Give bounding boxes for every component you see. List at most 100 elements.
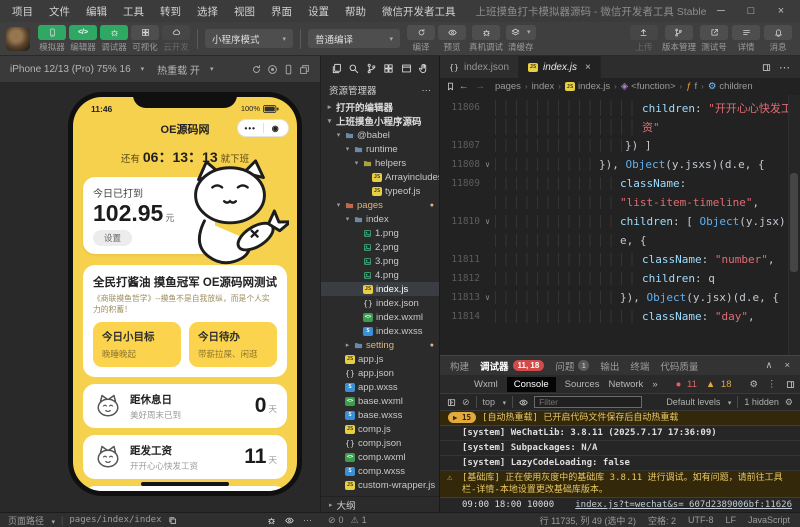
console-message[interactable]: [system] LazyCodeLoading: false (440, 456, 800, 471)
toolbar-button-上传[interactable]: 上传 (629, 24, 658, 53)
devtools-tab-Sources[interactable]: Sources (565, 379, 600, 390)
editor-tab-index.js[interactable]: JS index.js × (519, 56, 601, 78)
tree-item-3.png[interactable]: 3.png (321, 254, 439, 268)
code-line[interactable]: 资" (440, 117, 800, 136)
kebab-menu-icon[interactable]: ⋮ (767, 379, 777, 390)
tree-item-index.wxml[interactable]: <> index.wxml (321, 310, 439, 324)
tree-item-runtime[interactable]: ▾ runtime (321, 142, 439, 156)
tree-item-comp.json[interactable]: {} comp.json (321, 436, 439, 450)
tree-item-app.json[interactable]: {} app.json (321, 366, 439, 380)
context-select[interactable]: top ▾ (483, 397, 507, 407)
code-line[interactable]: 11808 ∨}), Object(y.jsxs)(d.e, { (440, 155, 800, 174)
tree-item-setting[interactable]: ▸ setting ● (321, 338, 439, 352)
tree-item-2.png[interactable]: 2.png (321, 240, 439, 254)
inspect-element-icon[interactable] (447, 380, 456, 389)
tree-item-4.png[interactable]: 4.png (321, 268, 439, 282)
devtools-tab-Console[interactable]: Console (506, 376, 556, 392)
code-line[interactable]: 11814 className: "day", (440, 307, 800, 326)
menu-item-3[interactable]: 编辑 (78, 4, 115, 19)
debugger-tab-终端[interactable]: 终端 (630, 359, 649, 373)
cursor-position[interactable]: 行 11735, 列 49 (选中 2) (540, 514, 636, 527)
more-icon[interactable]: ⋯ (303, 515, 312, 526)
code-line[interactable]: 11811 className: "number", (440, 250, 800, 269)
window-icon[interactable] (401, 63, 412, 74)
device-frame-icon[interactable] (283, 64, 294, 75)
countdown-list-item[interactable]: 距发工资 开开心心快发工资 11 天 (83, 435, 287, 480)
tree-arrow[interactable]: ▾ (344, 215, 351, 223)
toolbar-button-清缓存[interactable]: ▾ 清缓存 (506, 24, 536, 53)
bookmark-icon[interactable] (446, 82, 455, 91)
code-line[interactable]: "list-item-timeline", (440, 193, 800, 212)
debugger-tab-构建[interactable]: 构建 (450, 359, 469, 373)
toolbar-button-详情[interactable]: 详情 (732, 24, 760, 53)
console-message[interactable]: ▶ 15 [自动热重载] 已开启代码文件保存后自动热重载 (440, 411, 800, 426)
debugger-tab-输出[interactable]: 输出 (600, 359, 619, 373)
menu-item-6[interactable]: 选择 (189, 4, 226, 19)
indent-setting[interactable]: 空格: 2 (648, 514, 676, 527)
menu-item-5[interactable]: 转到 (152, 4, 189, 19)
goal-card[interactable]: 今日待办 带薪拉屎、闲逛 (189, 322, 277, 368)
menu-item-7[interactable]: 视图 (226, 4, 263, 19)
filter-input[interactable] (534, 396, 643, 408)
tree-item-index[interactable]: ▾ index (321, 212, 439, 226)
extensions-icon[interactable] (383, 63, 394, 74)
menu-item-1[interactable]: 项目 (4, 4, 41, 19)
tree-item-上班摸鱼小程序源码[interactable]: ▾ 上班摸鱼小程序源码 (321, 114, 439, 128)
files-icon[interactable] (331, 63, 342, 74)
settings-button[interactable]: 设置 (93, 230, 133, 247)
source-link[interactable]: index.js?t=wechat&s=_607d2389006bf:11626 (575, 499, 792, 511)
fold-chevron-icon[interactable]: ∨ (480, 217, 495, 226)
forward-arrow[interactable]: → (476, 81, 486, 92)
page-path-select[interactable]: 页面路径 ▾ (8, 514, 55, 527)
code-line[interactable]: 11813 ∨}), Object(y.jsx)(d.e, { (440, 288, 800, 307)
toolbar-button-可视化[interactable]: 可视化 (131, 24, 159, 53)
console-message[interactable]: ⚠ [基础库] 正在使用灰度中的基础库 3.8.11 进行调试。如有问题，请前往工… (440, 471, 800, 498)
gear-icon[interactable]: ⚙ (785, 397, 793, 408)
tree-item-comp.wxml[interactable]: <> comp.wxml (321, 450, 439, 464)
code-line[interactable]: 11807}) ] (440, 136, 800, 155)
console-warning-count[interactable]: ▲ 18 (706, 379, 732, 390)
fold-chevron-icon[interactable]: ∨ (480, 293, 495, 302)
tree-item-base.wxss[interactable]: Sbase.wxss (321, 408, 439, 422)
minimap-scrollbar[interactable] (788, 95, 800, 355)
tree-arrow[interactable]: ▾ (335, 131, 342, 139)
breadcrumb-item-children[interactable]: ⚙ children (708, 81, 753, 92)
more-actions-icon[interactable]: ··· (422, 85, 432, 96)
maximize-button[interactable]: □ (736, 0, 766, 22)
tree-item-app.wxss[interactable]: Sapp.wxss (321, 380, 439, 394)
code-line[interactable]: 11809 className: (440, 174, 800, 193)
code-editor[interactable]: 11806 children: "开开心心快发工 资" 11807}) ] 11808 ∨… (440, 95, 800, 355)
capsule-menu-button[interactable]: ••• (238, 124, 263, 133)
clear-console-icon[interactable]: ⊘ (462, 397, 470, 408)
toolbar-button-调试器[interactable]: 调试器 (100, 24, 128, 53)
hot-reload-toggle[interactable]: 热重载 开 (157, 62, 200, 77)
tree-item-comp.wxss[interactable]: Scomp.wxss (321, 464, 439, 478)
tree-item-custom-wrapper.js[interactable]: JS custom-wrapper.js (321, 478, 439, 492)
console-message[interactable]: 09:00 18:00 10000 15 10 index.js?t=wechat… (440, 498, 800, 512)
back-arrow[interactable]: ← (459, 81, 469, 92)
outline-section[interactable]: ▸ 大纲 (321, 496, 439, 512)
toolbar-button-模拟器[interactable]: 模拟器 (38, 24, 66, 53)
tree-arrow[interactable]: ▸ (326, 103, 333, 111)
toolbar-button-真机调试[interactable]: 真机调试 (469, 24, 503, 53)
toolbar-button-测试号[interactable]: 测试号 (700, 24, 728, 53)
breadcrumb-item-index.js[interactable]: JS index.js (564, 81, 610, 92)
menu-item-4[interactable]: 工具 (115, 4, 152, 19)
toolbar-button-云开发[interactable]: 云开发 (162, 24, 190, 53)
debugger-tab-调试器[interactable]: 调试器 11, 18 (480, 359, 545, 373)
code-line[interactable]: 11806 children: "开开心心快发工 (440, 98, 800, 117)
tree-item-typeof.js[interactable]: JS typeof.js (321, 184, 439, 198)
tree-item-app.js[interactable]: JS app.js (321, 352, 439, 366)
code-line[interactable]: e, { (440, 231, 800, 250)
tree-item-base.wxml[interactable]: <> base.wxml (321, 394, 439, 408)
tree-item-comp.js[interactable]: JS comp.js (321, 422, 439, 436)
eye-icon[interactable] (285, 516, 294, 525)
console-message[interactable]: [system] Subpackages: N/A (440, 441, 800, 456)
hand-icon[interactable] (418, 63, 429, 74)
dock-side-icon[interactable] (786, 380, 795, 389)
close-tab-icon[interactable]: × (585, 62, 591, 73)
toolbar-button-消息[interactable]: 消息 (764, 24, 792, 53)
toolbar-button-编译[interactable]: 编译 (407, 24, 435, 53)
eol-setting[interactable]: LF (725, 515, 736, 525)
debugger-tab-问题[interactable]: 问题 1 (555, 359, 590, 373)
